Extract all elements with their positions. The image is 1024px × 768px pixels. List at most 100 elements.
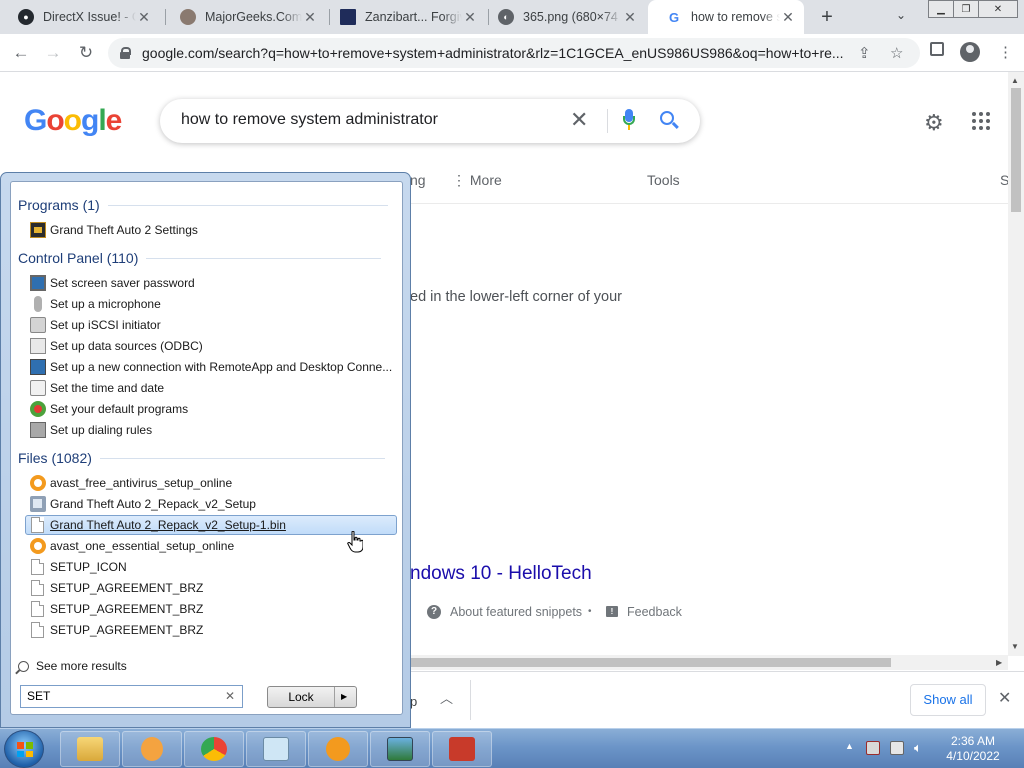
lock-button[interactable]: Lock ▶ [267,686,357,708]
tab-365-png[interactable]: ◐ 365.png (680×74 ✕ [480,0,646,34]
group-header-programs[interactable]: Programs (1) [18,197,387,213]
url-text[interactable]: google.com/search?q=how+to+remove+system… [142,45,846,61]
scrollbar-thumb[interactable] [410,658,891,667]
file-icon [31,622,44,638]
close-icon[interactable]: ✕ [136,9,152,26]
back-arrow-icon[interactable]: ← [10,42,32,64]
vertical-scrollbar[interactable]: ▲ ▼ [1008,72,1024,656]
list-item[interactable]: Set up iSCSI initiator [26,315,398,335]
close-icon[interactable]: ✕ [462,9,478,26]
taskbar-toolbox[interactable] [432,731,492,767]
list-item[interactable]: Set up a microphone [26,294,398,314]
list-item[interactable]: Set your default programs [26,399,398,419]
folder-icon [77,737,103,761]
list-item[interactable]: Set up dialing rules [26,420,398,440]
tab-more[interactable]: ⋮ More [452,172,502,189]
search-value[interactable]: SET [27,689,50,703]
list-item[interactable]: Set screen saver password [26,273,398,293]
google-logo[interactable]: Google [24,104,122,138]
search-input[interactable]: how to remove system administrator [181,111,438,129]
chevron-up-icon[interactable]: ︿ [440,688,453,707]
side-panel-icon[interactable] [930,42,944,56]
forward-arrow-icon[interactable]: → [42,42,64,64]
action-center-flag-icon[interactable] [866,741,880,755]
taskbar-avast[interactable] [308,731,368,767]
scroll-up-icon[interactable]: ▲ [1011,76,1019,85]
minimize-button[interactable]: ▁ [928,0,954,18]
network-icon[interactable] [890,741,904,755]
tab-shopping-partial[interactable]: ng [410,172,426,188]
list-item[interactable]: Set the time and date [26,378,398,398]
search-icon[interactable] [660,111,674,125]
clear-search-icon[interactable]: ✕ [570,107,588,133]
new-tab-button[interactable]: + [816,6,838,28]
google-apps-icon[interactable] [972,112,990,130]
lock-icon[interactable] [120,47,131,59]
address-bar[interactable]: google.com/search?q=how+to+remove+system… [108,38,920,68]
group-header-files[interactable]: Files (1082) [18,450,385,466]
close-icon[interactable]: ✕ [780,9,796,26]
tab-label: how to remove sy [691,10,780,24]
tab-directx-issue[interactable]: ● DirectX Issue! - GTA ✕ [0,0,160,34]
lock-label[interactable]: Lock [268,687,334,707]
close-icon[interactable]: ✕ [622,9,638,26]
scroll-down-icon[interactable]: ▼ [1011,642,1019,651]
more-menu-icon[interactable]: ⋮ [998,43,1013,61]
close-icon[interactable]: ✕ [998,688,1011,708]
list-item[interactable]: SETUP_ICON [26,557,398,577]
scrollbar-thumb[interactable] [1011,88,1021,212]
clear-search-icon[interactable]: ✕ [225,686,235,707]
tools-button[interactable]: Tools [647,172,680,188]
tab-search-chevron-icon[interactable]: ⌄ [896,8,906,22]
maximize-button[interactable]: ❐ [953,0,979,18]
group-header-control-panel[interactable]: Control Panel (110) [18,250,383,266]
item-label: Set up dialing rules [50,423,153,437]
reload-icon[interactable]: ↻ [75,42,97,64]
taskbar-chrome[interactable] [184,731,244,767]
list-item[interactable]: Grand Theft Auto 2 Settings [26,220,398,240]
result-title-link[interactable]: ndows 10 - HelloTech [410,563,592,585]
system-clock[interactable]: 2:36 AM 4/10/2022 [940,734,1006,764]
window-close-button[interactable]: ✕ [978,0,1018,18]
tab-google-search[interactable]: G how to remove sy ✕ [648,0,804,34]
start-button[interactable] [4,730,44,768]
help-icon[interactable]: ? [427,605,441,619]
microphone-icon[interactable] [623,109,635,133]
taskbar-file-explorer[interactable] [60,731,120,767]
power-options-arrow-icon[interactable]: ▶ [341,687,347,707]
list-item[interactable]: Set up a new connection with RemoteApp a… [26,357,398,377]
list-item[interactable]: Set up data sources (ODBC) [26,336,398,356]
taskbar-media-player[interactable] [122,731,182,767]
list-item-selected[interactable]: Grand Theft Auto 2_Repack_v2_Setup-1.bin [25,515,397,535]
tab-zanzibart[interactable]: Zanzibart... Forgive ✕ [322,0,486,34]
close-icon[interactable]: ✕ [302,9,318,26]
logo-letter: l [98,104,106,137]
feedback-link[interactable]: Feedback [627,605,682,619]
zanzibart-icon [340,9,356,25]
download-item-label[interactable]: p [410,694,417,709]
feedback-icon[interactable]: ! [606,606,618,617]
share-icon[interactable]: ⇪ [858,44,871,62]
tab-majorgeeks[interactable]: MajorGeeks.Com ✕ [162,0,326,34]
show-hidden-icons[interactable]: ▲ [845,741,854,751]
taskbar-image-viewer[interactable] [370,731,430,767]
list-item[interactable]: Grand Theft Auto 2_Repack_v2_Setup [26,494,398,514]
settings-gear-icon[interactable]: ⚙ [924,110,944,136]
taskbar-notepad[interactable] [246,731,306,767]
list-item[interactable]: avast_one_essential_setup_online [26,536,398,556]
notepad-icon [263,737,289,761]
profile-avatar-icon[interactable] [960,42,980,62]
list-item[interactable]: SETUP_AGREEMENT_BRZ [26,599,398,619]
horizontal-scrollbar[interactable]: ▶ [410,655,1008,670]
list-item[interactable]: SETUP_AGREEMENT_BRZ [26,578,398,598]
volume-icon[interactable]: 🔈︎ [914,741,928,755]
show-all-button[interactable]: Show all [910,684,986,716]
see-more-results-link[interactable]: See more results [18,659,127,673]
bookmark-star-icon[interactable]: ☆ [890,44,903,62]
list-item[interactable]: avast_free_antivirus_setup_online [26,473,398,493]
about-featured-snippets-link[interactable]: About featured snippets [450,605,582,619]
list-item[interactable]: SETUP_AGREEMENT_BRZ [26,620,398,640]
search-box[interactable]: how to remove system administrator ✕ [160,99,700,143]
scroll-right-icon[interactable]: ▶ [996,658,1002,667]
start-search-input[interactable]: SET ✕ [20,685,243,708]
